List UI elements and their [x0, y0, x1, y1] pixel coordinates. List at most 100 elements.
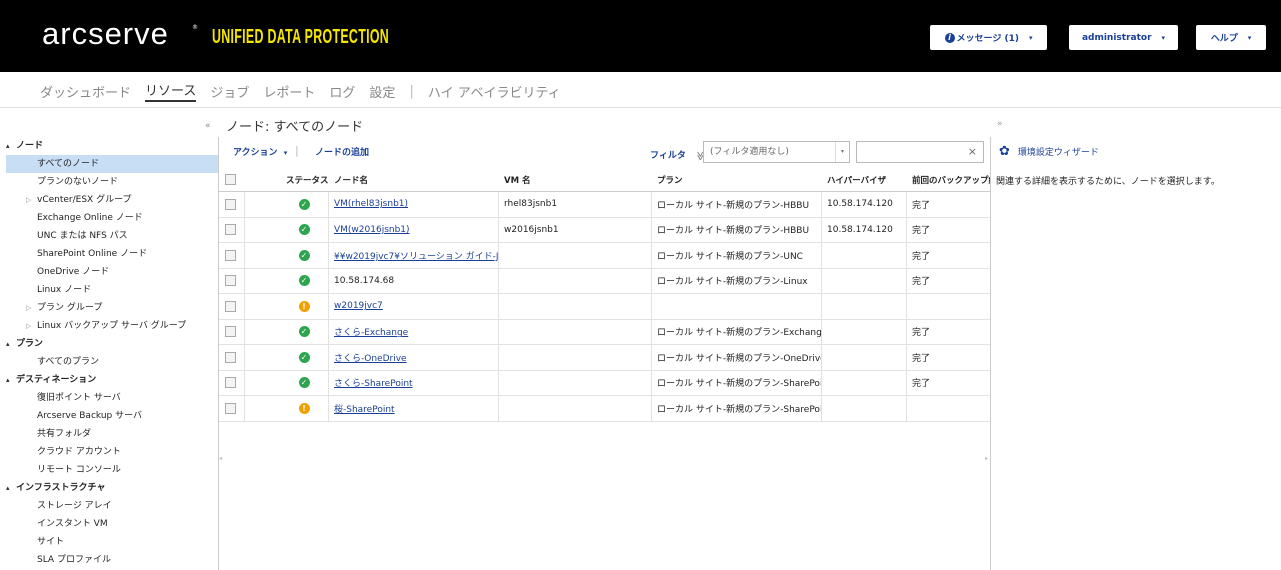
- node-name-link[interactable]: 桜-SharePoint: [334, 402, 395, 415]
- table-row[interactable]: ✓ ¥¥w2019jvc7¥ソリューション ガイド-JPN ローカル サイト-新規の…: [219, 243, 990, 269]
- tree-item[interactable]: 共有フォルダ: [6, 425, 218, 443]
- row-checkbox[interactable]: [225, 198, 236, 210]
- add-node-button[interactable]: ノードの追加: [315, 145, 369, 158]
- tree-item[interactable]: Exchange Online ノード: [6, 209, 218, 227]
- tree-item[interactable]: Linux ノード: [6, 281, 218, 299]
- table-row[interactable]: ! w2019jvc7: [219, 294, 990, 320]
- row-checkbox[interactable]: [225, 249, 236, 261]
- node-name-cell[interactable]: w2019jvc7: [329, 294, 499, 319]
- column-header-node-name[interactable]: ノード名: [329, 168, 499, 191]
- column-header-vm-name[interactable]: VM 名: [499, 168, 652, 191]
- node-name-link[interactable]: さくら-OneDrive: [334, 351, 407, 364]
- column-header-last-backup[interactable]: 前回のバックアップ結: [907, 168, 990, 191]
- collapse-triangle-icon[interactable]: ▴: [6, 137, 10, 155]
- nav-settings[interactable]: 設定: [369, 82, 395, 101]
- column-header-hypervisor[interactable]: ハイパーバイザ: [822, 168, 907, 191]
- node-name-cell[interactable]: VM(rhel83jsnb1): [329, 192, 499, 217]
- row-checkbox[interactable]: [225, 351, 236, 363]
- tree-item[interactable]: プランのないノード: [6, 173, 218, 191]
- tree-item[interactable]: UNC または NFS パス: [6, 227, 218, 245]
- tree-item[interactable]: クラウド アカウント: [6, 443, 218, 461]
- expand-right-icon[interactable]: »: [997, 119, 1003, 129]
- node-name-cell[interactable]: さくら-OneDrive: [329, 345, 499, 370]
- tree-item[interactable]: すべてのノード: [6, 155, 218, 173]
- search-input[interactable]: ×: [856, 141, 984, 163]
- nav-logs[interactable]: ログ: [329, 82, 355, 101]
- node-name-cell[interactable]: さくら-Exchange: [329, 319, 499, 344]
- filter-select[interactable]: (フィルタ適用なし) ▾: [703, 141, 850, 163]
- column-header-plan[interactable]: プラン: [652, 168, 822, 191]
- row-checkbox[interactable]: [225, 224, 236, 236]
- row-checkbox[interactable]: [225, 275, 236, 287]
- status-cell: ✓: [280, 370, 329, 395]
- table-row[interactable]: ✓ VM(rhel83jsnb1) rhel83jsnb1 ローカル サイト-新規のプ…: [219, 192, 990, 218]
- expand-triangle-icon[interactable]: ▷: [26, 317, 31, 335]
- right-splitter-handle[interactable]: ▸: [985, 455, 988, 462]
- column-header-status[interactable]: ステータス: [280, 168, 329, 191]
- node-name-link[interactable]: VM(rhel83jsnb1): [334, 199, 408, 209]
- node-name-link[interactable]: さくら-SharePoint: [334, 376, 413, 389]
- row-checkbox[interactable]: [225, 402, 236, 414]
- tree-item[interactable]: サイト: [6, 533, 218, 551]
- tree-item[interactable]: SharePoint Online ノード: [6, 245, 218, 263]
- expand-triangle-icon[interactable]: ▷: [26, 191, 31, 209]
- row-checkbox[interactable]: [225, 377, 236, 389]
- select-all-checkbox[interactable]: [225, 174, 236, 185]
- row-checkbox[interactable]: [225, 300, 236, 312]
- actions-menu-button[interactable]: アクション ▾: [233, 145, 287, 158]
- table-row[interactable]: ✓ さくら-OneDrive ローカル サイト-新規のプラン-OneDrive 完了: [219, 345, 990, 371]
- node-name-link[interactable]: VM(w2016jsnb1): [334, 225, 410, 235]
- chevron-down-icon[interactable]: ▾: [835, 142, 849, 162]
- collapse-triangle-icon[interactable]: ▴: [6, 371, 10, 389]
- config-wizard-link[interactable]: ✿ 環境設定ウィザード: [999, 145, 1099, 159]
- nav-high-availability[interactable]: ハイ アベイラビリティ: [428, 82, 561, 101]
- clear-icon[interactable]: ×: [968, 145, 977, 158]
- tree-item[interactable]: すべてのプラン: [6, 353, 218, 371]
- tree-item[interactable]: ▷ プラン グループ: [6, 299, 218, 317]
- node-name-link[interactable]: ¥¥w2019jvc7¥ソリューション ガイド-JPN: [334, 249, 498, 262]
- arcserve-logo[interactable]: arcserve: [42, 16, 169, 52]
- tree-item[interactable]: Arcserve Backup サーバ: [6, 407, 218, 425]
- hypervisor-cell: [822, 345, 907, 370]
- tree-item[interactable]: ▷ Linux バックアップ サーバ グループ: [6, 317, 218, 335]
- row-spacer: [245, 294, 280, 319]
- nav-reports[interactable]: レポート: [263, 82, 315, 101]
- tree-group[interactable]: ▴ インフラストラクチャ: [6, 479, 218, 497]
- collapse-triangle-icon[interactable]: ▴: [6, 335, 10, 353]
- node-name-cell[interactable]: ¥¥w2019jvc7¥ソリューション ガイド-JPN: [329, 243, 499, 268]
- tree-item[interactable]: ストレージ アレイ: [6, 497, 218, 515]
- nav-resources[interactable]: リソース: [145, 80, 197, 102]
- node-name-cell[interactable]: さくら-SharePoint: [329, 370, 499, 395]
- table-row[interactable]: ✓ さくら-Exchange ローカル サイト-新規のプラン-Exchange 完了: [219, 319, 990, 345]
- tree-item-label: OneDrive ノード: [37, 267, 110, 277]
- tree-item[interactable]: SLA プロファイル: [6, 551, 218, 569]
- node-name-link[interactable]: さくら-Exchange: [334, 325, 408, 338]
- user-menu-button[interactable]: administrator ▾: [1069, 25, 1178, 50]
- row-checkbox[interactable]: [225, 326, 236, 338]
- tree-group[interactable]: ▴ プラン: [6, 335, 218, 353]
- node-name-cell[interactable]: VM(w2016jsnb1): [329, 217, 499, 242]
- collapse-triangle-icon[interactable]: ▴: [6, 479, 10, 497]
- collapse-left-icon[interactable]: «: [205, 121, 211, 131]
- left-splitter-handle[interactable]: ◂: [219, 455, 222, 462]
- tree-item[interactable]: インスタント VM: [6, 515, 218, 533]
- table-row[interactable]: ✓ さくら-SharePoint ローカル サイト-新規のプラン-SharePoin…: [219, 370, 990, 396]
- messages-button[interactable]: i メッセージ (1) ▾: [930, 25, 1047, 50]
- table-row[interactable]: ✓ VM(w2016jsnb1) w2016jsnb1 ローカル サイト-新規のプラン…: [219, 217, 990, 243]
- tree-group[interactable]: ▴ ノード: [6, 137, 218, 155]
- node-name-cell[interactable]: 桜-SharePoint: [329, 396, 499, 421]
- tree-item[interactable]: 復旧ポイント サーバ: [6, 389, 218, 407]
- table-row[interactable]: ! 桜-SharePoint ローカル サイト-新規のプラン-SharePoint: [219, 396, 990, 422]
- expand-triangle-icon[interactable]: ▷: [26, 299, 31, 317]
- tree-item[interactable]: ▷ vCenter/ESX グループ: [6, 191, 218, 209]
- tree-group[interactable]: ▴ デスティネーション: [6, 371, 218, 389]
- node-name-link[interactable]: w2019jvc7: [334, 301, 383, 311]
- nav-jobs[interactable]: ジョブ: [210, 82, 249, 101]
- actions-label: アクション: [233, 148, 278, 158]
- nav-dashboard[interactable]: ダッシュボード: [40, 82, 131, 101]
- help-button[interactable]: ヘルプ ▾: [1196, 25, 1266, 50]
- filter-button[interactable]: フィルタ ≫: [650, 148, 705, 161]
- tree-item[interactable]: リモート コンソール: [6, 461, 218, 479]
- tree-item[interactable]: OneDrive ノード: [6, 263, 218, 281]
- table-row[interactable]: ✓ 10.58.174.68 ローカル サイト-新規のプラン-Linux 完了: [219, 268, 990, 294]
